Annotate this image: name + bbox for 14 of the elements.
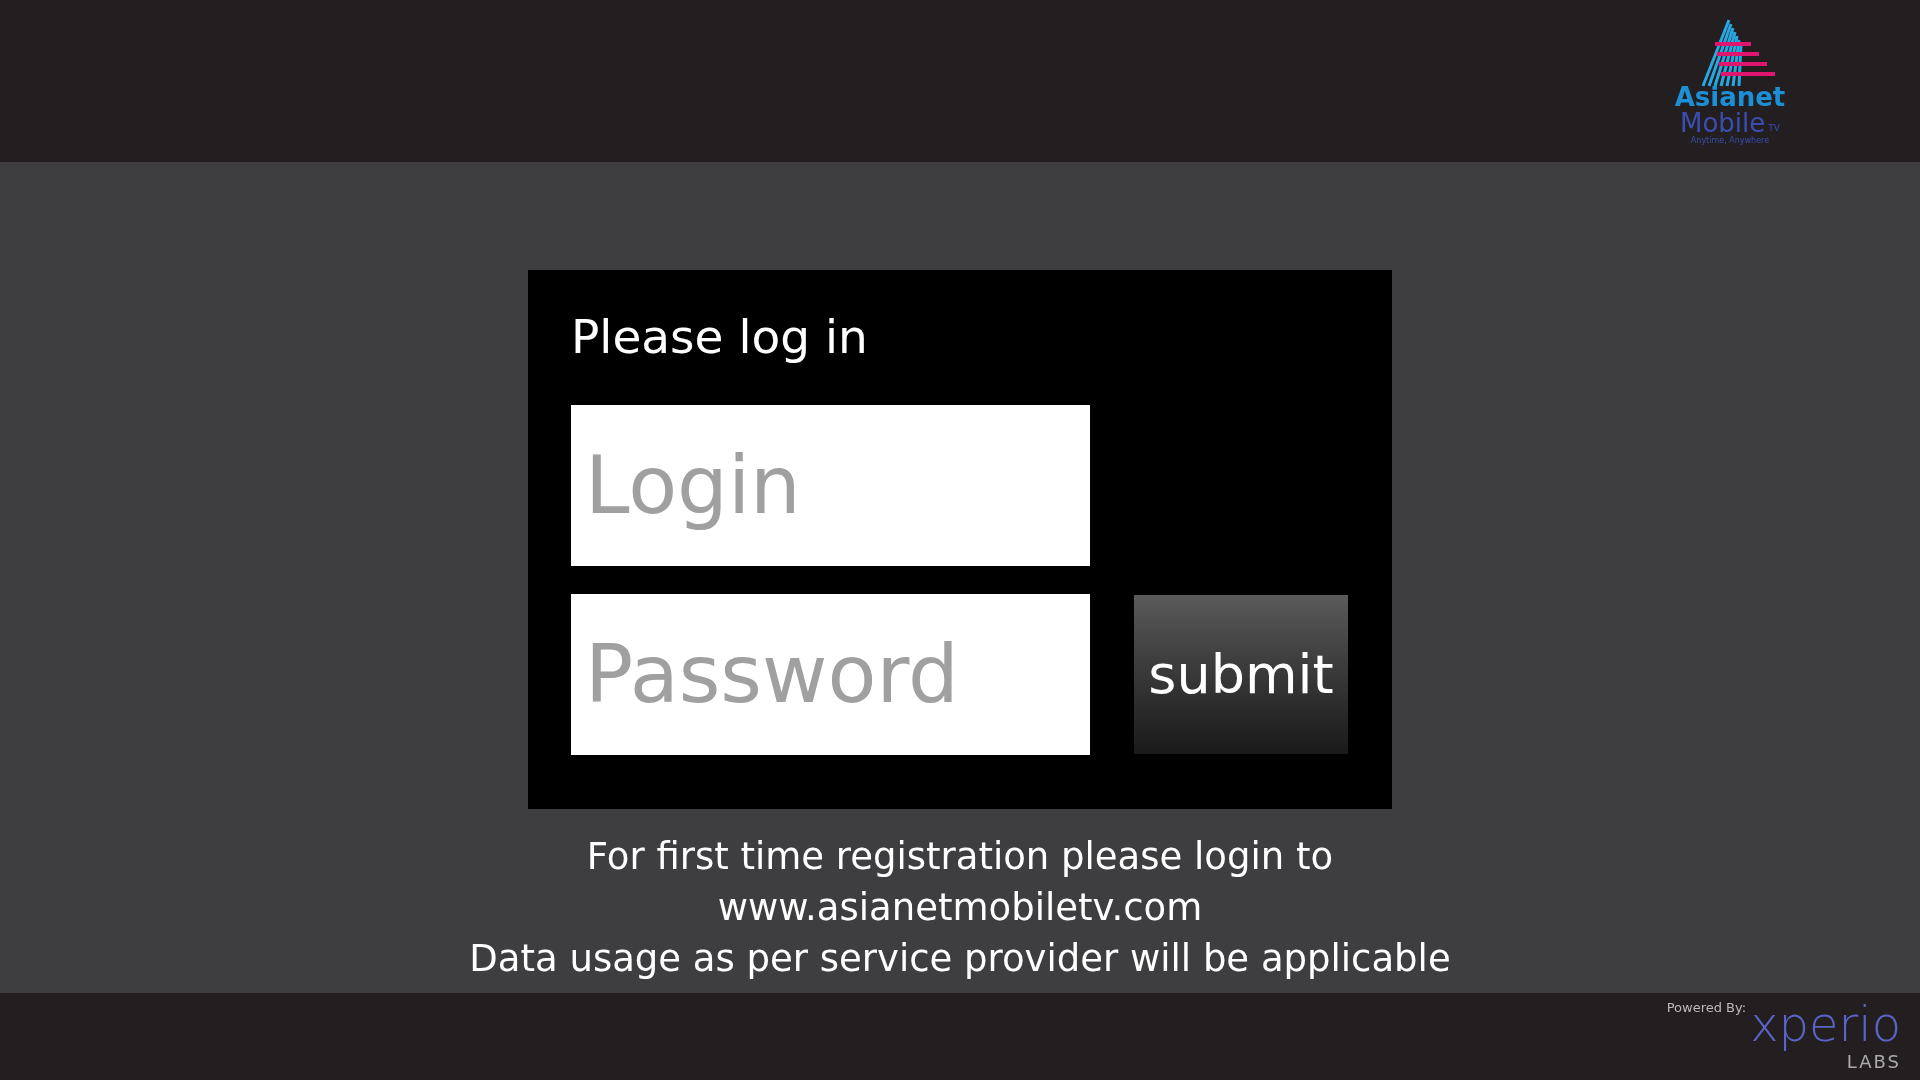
logo-brand: Asianet (1674, 84, 1786, 110)
info-text: For first time registration please login to (586, 834, 1334, 880)
powered-by-label: Powered By: (1666, 999, 1747, 1017)
card-title: Please log in (571, 308, 868, 366)
info-text: www.asianetmobiletv.com (717, 885, 1203, 931)
logo-product: Mobile (1680, 110, 1766, 136)
submit-button[interactable]: submit (1134, 595, 1348, 754)
info-text: Data usage as per service provider will be applicable (469, 936, 1451, 982)
footer-brand-sub: LABS (1846, 1053, 1901, 1071)
logo-suffix: TV (1768, 124, 1780, 133)
footer-brand: xperio (1750, 995, 1901, 1053)
password-field[interactable]: Password (571, 594, 1090, 755)
logo-tagline: Anytime, Anywhere (1690, 136, 1770, 146)
login-field[interactable]: Login (571, 405, 1090, 566)
